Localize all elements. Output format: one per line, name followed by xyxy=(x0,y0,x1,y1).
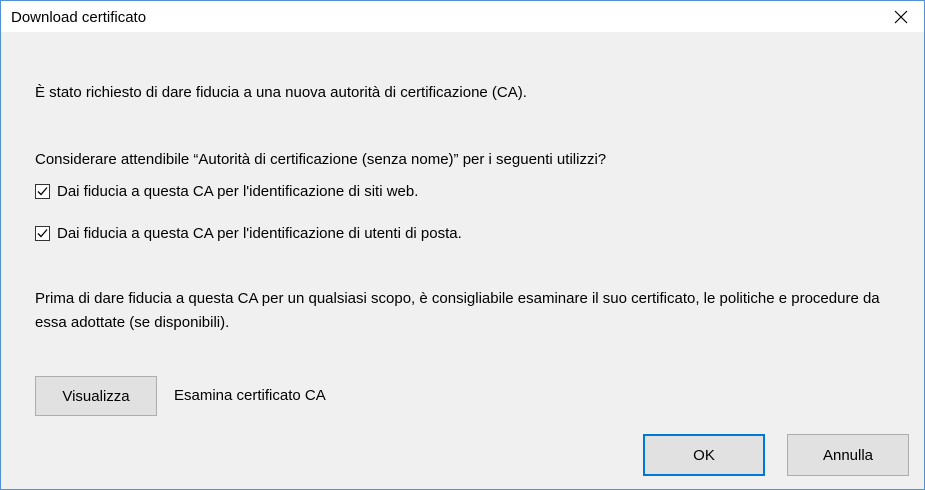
view-certificate-button[interactable]: Visualizza xyxy=(35,376,157,416)
window-title: Download certificato xyxy=(11,9,147,26)
email-users-checkbox[interactable] xyxy=(35,226,50,241)
option-trust-email-users[interactable]: Dai fiducia a questa CA per l'identifica… xyxy=(35,225,462,242)
email-users-checkbox-label[interactable]: Dai fiducia a questa CA per l'identifica… xyxy=(57,225,462,242)
checkmark-icon xyxy=(37,187,48,196)
cancel-button[interactable]: Annulla xyxy=(787,434,909,476)
trust-question: Considerare attendibile “Autorità di cer… xyxy=(35,151,607,168)
option-trust-websites[interactable]: Dai fiducia a questa CA per l'identifica… xyxy=(35,183,418,200)
intro-text: È stato richiesto di dare fiducia a una … xyxy=(35,84,527,101)
close-button[interactable] xyxy=(878,1,924,32)
checkmark-icon xyxy=(37,229,48,238)
certificate-download-dialog: Download certificato È stato richiesto d… xyxy=(0,0,925,490)
websites-checkbox[interactable] xyxy=(35,184,50,199)
ok-button[interactable]: OK xyxy=(643,434,765,476)
warning-text: Prima di dare fiducia a questa CA per un… xyxy=(35,290,880,331)
close-icon xyxy=(894,10,908,23)
view-certificate-description: Esamina certificato CA xyxy=(174,387,326,404)
title-bar: Download certificato xyxy=(1,1,924,32)
websites-checkbox-label[interactable]: Dai fiducia a questa CA per l'identifica… xyxy=(57,183,418,200)
